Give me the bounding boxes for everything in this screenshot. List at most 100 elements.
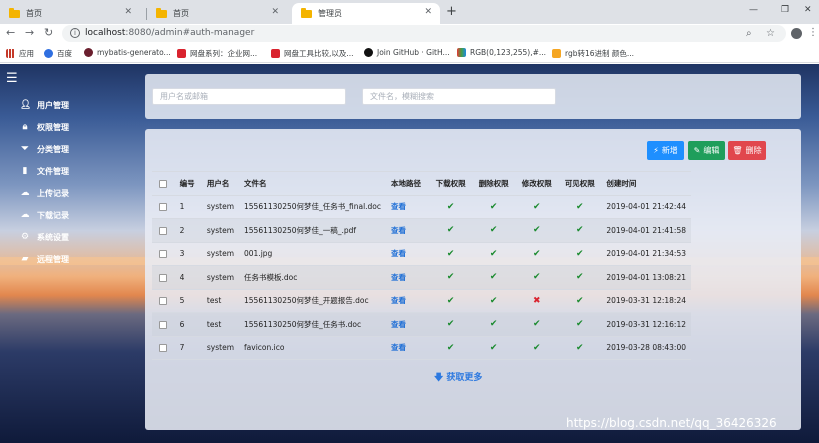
cell-view-link[interactable]: 查看 (386, 218, 430, 243)
permission-denied-icon: ✖ (515, 289, 559, 313)
cell-user: system (201, 195, 240, 219)
file-search-input[interactable]: 文件名，模糊搜索 (362, 88, 556, 105)
row-checkbox[interactable] (152, 336, 175, 360)
back-icon[interactable]: ← (6, 26, 15, 39)
cell-view-link[interactable]: 查看 (386, 289, 430, 313)
menu-dots-icon[interactable]: ⋮ (808, 27, 818, 38)
star-icon[interactable]: ☆ (766, 28, 775, 39)
cell-view-link[interactable]: 查看 (386, 336, 430, 360)
address-bar[interactable]: i localhost:8080/admin#auth-manager ⌕ ☆ (62, 25, 786, 42)
table-row[interactable]: 7 system favicon.ico 查看 ✔ ✔ ✔ ✔ 2019-03-28 08:43… (152, 336, 691, 360)
close-icon[interactable]: ✕ (424, 7, 432, 17)
load-more-link[interactable]: 🡇 获取更多 (434, 370, 482, 386)
view-link[interactable]: 查看 (391, 249, 406, 258)
sidebar-item-remote[interactable]: ▰ 远程管理 (20, 252, 69, 266)
github-icon (364, 48, 373, 57)
new-tab-button[interactable]: + (446, 4, 457, 19)
close-icon[interactable]: ✕ (124, 7, 132, 17)
info-icon[interactable]: i (70, 28, 80, 38)
hamburger-menu-icon[interactable]: ☰ (6, 71, 18, 86)
table-row[interactable]: 6 test 15561130250何梦佳_任务书.doc 查看 ✔ ✔ ✔ ✔ 2019-03… (152, 312, 691, 337)
add-button[interactable]: ⚡ 新增 (647, 141, 684, 160)
sidebar-item-label: 上传记录 (37, 188, 69, 198)
view-link[interactable]: 查看 (391, 202, 406, 211)
bookmark-apps[interactable]: 应用 (6, 48, 34, 59)
bookmark-label: 百度 (57, 49, 72, 58)
sidebar-item-permissions[interactable]: 🔒︎ 权限管理 (20, 120, 69, 134)
browser-tab-1[interactable]: 首页 ✕ (0, 3, 140, 24)
view-link[interactable]: 查看 (391, 343, 406, 352)
url-host: localhost (85, 28, 126, 38)
table-row[interactable]: 3 system 001.jpg 查看 ✔ ✔ ✔ ✔ 2019-04-01 21:34:53 (152, 242, 691, 266)
sidebar-item-label: 下载记录 (37, 210, 69, 220)
table-row[interactable]: 2 system 15561130250何梦佳_一稿_.pdf 查看 ✔ ✔ ✔ ✔ 2019-… (152, 218, 691, 243)
table-row[interactable]: 5 test 15561130250何梦佳_开题报告.doc 查看 ✔ ✔ ✖ ✔ 2019-0… (152, 289, 691, 313)
bookmark-netdisk-series[interactable]: 网盘系列：企业网... (177, 48, 257, 59)
browser-tab-2[interactable]: 首页 ✕ (147, 3, 287, 24)
cell-view-link[interactable]: 查看 (386, 195, 430, 219)
permission-granted-icon: ✔ (429, 195, 473, 219)
permission-granted-icon: ✔ (472, 312, 516, 337)
cell-id: 5 (174, 289, 202, 313)
view-link[interactable]: 查看 (391, 296, 406, 305)
user-search-input[interactable]: 用户名或邮箱 (152, 88, 346, 105)
mybatis-bird-icon (84, 48, 93, 57)
cell-user: system (201, 265, 240, 290)
sidebar-item-download-log[interactable]: ☁ 下载记录 (20, 208, 70, 222)
bookmark-baidu[interactable]: 百度 (44, 48, 72, 59)
reload-icon[interactable]: ↻ (44, 26, 53, 39)
row-checkbox[interactable] (152, 265, 175, 290)
view-link[interactable]: 查看 (391, 226, 406, 235)
browser-tab-3-active[interactable]: 管理员 ✕ (292, 3, 440, 24)
view-link[interactable]: 查看 (391, 273, 406, 282)
cloud-download-icon: ☁ (20, 210, 30, 220)
cell-user: test (201, 289, 240, 313)
cell-view-link[interactable]: 查看 (386, 242, 430, 266)
sidebar-item-categories[interactable]: ⏷ 分类管理 (20, 142, 69, 156)
forward-icon[interactable]: → (25, 26, 34, 39)
restore-icon[interactable]: ❐ (781, 5, 789, 15)
row-checkbox[interactable] (152, 242, 175, 266)
watermark-text: https://blog.csdn.net/qq_36426326 (566, 416, 777, 430)
sidebar-item-upload-log[interactable]: ☁ 上传记录 (20, 186, 70, 200)
header-visible-perm: 可见权限 (558, 171, 602, 196)
bookmark-rgb-hex[interactable]: rgb转16进制 颜色... (552, 48, 634, 59)
cell-user: system (201, 242, 240, 266)
permission-granted-icon: ✔ (558, 265, 602, 290)
sidebar-item-label: 远程管理 (37, 254, 69, 264)
cell-user: system (201, 218, 240, 243)
sidebar-item-files[interactable]: ▮ 文件管理 (20, 164, 69, 178)
window-close-icon[interactable]: ✕ (804, 5, 812, 15)
cell-view-link[interactable]: 查看 (386, 265, 430, 290)
arrow-down-icon: 🡇 (434, 373, 447, 383)
cell-view-link[interactable]: 查看 (386, 312, 430, 337)
zoom-icon[interactable]: ⌕ (746, 28, 752, 39)
edit-button[interactable]: ✎ 编辑 (688, 141, 725, 160)
bookmark-mybatis[interactable]: mybatis-generato... (84, 48, 171, 57)
view-link[interactable]: 查看 (391, 320, 406, 329)
minimize-icon[interactable]: — (749, 5, 758, 15)
table-row[interactable]: 1 system 15561130250何梦佳_任务书_final.doc 查看 ✔ ✔ ✔… (152, 195, 691, 219)
row-checkbox[interactable] (152, 218, 175, 243)
bookmark-rgb[interactable]: RGB(0,123,255),#... (457, 48, 546, 57)
close-icon[interactable]: ✕ (271, 7, 279, 17)
sidebar-item-settings[interactable]: ⚙ 系统设置 (20, 230, 69, 244)
permission-granted-icon: ✔ (558, 242, 602, 266)
permission-granted-icon: ✔ (472, 195, 516, 219)
url-text[interactable]: localhost:8080/admin#auth-manager (85, 28, 254, 38)
cell-file: 15561130250何梦佳_开题报告.doc (239, 289, 387, 313)
select-all-checkbox[interactable] (152, 171, 175, 196)
gear-icon: ⚙ (20, 232, 30, 242)
row-checkbox[interactable] (152, 195, 175, 219)
bookmark-netdisk-tools[interactable]: 网盘工具比较,以及... (271, 48, 354, 59)
table-row[interactable]: 4 system 任务书模板.doc 查看 ✔ ✔ ✔ ✔ 2019-04-01 13:08:2… (152, 265, 691, 290)
row-checkbox[interactable] (152, 289, 175, 313)
cell-file: 任务书模板.doc (239, 265, 387, 290)
header-id: 编号 (174, 171, 202, 196)
delete-button[interactable]: 🗑︎ 删除 (728, 141, 766, 160)
profile-avatar[interactable] (791, 28, 802, 39)
bookmark-github[interactable]: Join GitHub · GitH... (364, 48, 450, 57)
sidebar-item-users[interactable]: 👤︎ 用户管理 (20, 98, 69, 112)
cell-created-at: 2019-03-31 12:16:12 (601, 312, 691, 337)
row-checkbox[interactable] (152, 312, 175, 337)
